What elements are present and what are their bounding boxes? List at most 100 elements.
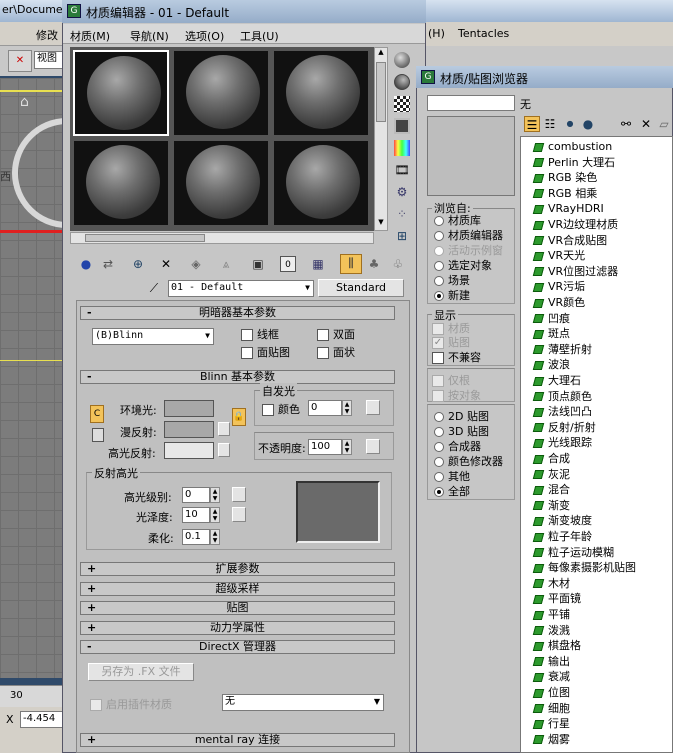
select-by-material-icon[interactable]: ⁘ <box>394 206 410 222</box>
map-list-item[interactable]: 法线凹凸 <box>532 404 592 419</box>
rollout-supersampling[interactable]: + 超级采样 <box>80 582 395 596</box>
enable-plugin-check[interactable] <box>90 699 102 711</box>
sample-options-icon[interactable]: ⚙ <box>394 184 410 200</box>
map-list-item[interactable]: 每像素摄影机贴图 <box>532 560 636 575</box>
map-list-item[interactable]: VR边纹理材质 <box>532 217 618 232</box>
radio[interactable] <box>434 472 444 482</box>
max-menu-tentacles[interactable]: Tentacles <box>458 27 509 40</box>
checkbox[interactable] <box>432 390 444 402</box>
rollout-shader-basic[interactable]: - 明暗器基本参数 <box>80 306 395 320</box>
face-map-check[interactable] <box>241 347 253 359</box>
root-only-checkbox[interactable]: 仅根 <box>432 372 470 388</box>
map-list-item[interactable]: 斑点 <box>532 326 570 341</box>
radio[interactable] <box>434 216 444 226</box>
delete-from-library-icon[interactable]: ✕ <box>638 116 654 132</box>
faceted-checkbox[interactable]: 面状 <box>317 344 355 360</box>
map-list-item[interactable]: Perlin 大理石 <box>532 155 615 170</box>
face-map-checkbox[interactable]: 面贴图 <box>241 344 290 360</box>
browse-from-new[interactable]: 新建 <box>434 287 470 303</box>
faceted-check[interactable] <box>317 347 329 359</box>
map-list-item[interactable]: 木材 <box>532 576 570 591</box>
checkbox-checked[interactable]: ✓ <box>432 337 444 349</box>
browse-from-selected[interactable]: 选定对象 <box>434 257 492 273</box>
scroll-up-icon[interactable]: ▲ <box>375 48 387 60</box>
specular-level-map-button[interactable] <box>232 487 246 502</box>
sample-slot-2[interactable] <box>173 50 269 136</box>
update-scene-materials-icon[interactable]: ⚯ <box>618 116 634 132</box>
checkbox[interactable] <box>432 352 444 364</box>
rollout-blinn-basic[interactable]: - Blinn 基本参数 <box>80 370 395 384</box>
radio[interactable] <box>434 442 444 452</box>
self-illum-map-button[interactable] <box>366 400 380 415</box>
browse-from-scene[interactable]: 场景 <box>434 272 470 288</box>
map-list-item[interactable]: 波浪 <box>532 357 570 372</box>
map-list-item[interactable]: 反射/折射 <box>532 420 596 435</box>
radio[interactable] <box>434 261 444 271</box>
self-illum-color-checkbox[interactable]: 颜色 <box>262 401 300 417</box>
go-forward-sibling-icon[interactable]: ♧ <box>390 256 406 272</box>
map-list-item[interactable]: VR天光 <box>532 248 585 263</box>
show-map-in-viewport-icon[interactable]: ▦ <box>310 256 326 272</box>
map-list-item[interactable]: 粒子运动模糊 <box>532 545 614 560</box>
max-menu-h[interactable]: (H) <box>428 27 445 40</box>
self-illum-spinner[interactable]: 0 <box>308 400 342 416</box>
sample-slot-4[interactable] <box>73 140 169 226</box>
scroll-thumb[interactable] <box>376 62 386 122</box>
x-coord-field[interactable]: -4.454 <box>20 711 64 728</box>
put-to-library-icon[interactable]: ▣ <box>250 256 266 272</box>
ambient-color-swatch[interactable] <box>164 400 214 417</box>
go-to-parent-icon[interactable]: ♣ <box>366 256 382 272</box>
assign-to-selection-icon[interactable]: ⊕ <box>130 256 146 272</box>
browser-titlebar[interactable]: G 材质/贴图浏览器 <box>416 66 673 88</box>
radio[interactable] <box>434 457 444 467</box>
opacity-spinner-arrows[interactable]: ▲ ▼ <box>342 439 352 455</box>
show-incompatible-checkbox[interactable]: 不兼容 <box>432 349 481 365</box>
rollout-extended[interactable]: + 扩展参数 <box>80 562 395 576</box>
pick-material-eyedropper-icon[interactable]: ⟋ <box>146 280 162 296</box>
map-list-item[interactable]: VR颜色 <box>532 295 585 310</box>
browse-from-mtl-editor[interactable]: 材质编辑器 <box>434 227 503 243</box>
reset-map-icon[interactable]: ✕ <box>158 256 174 272</box>
material-name-dropdown[interactable]: 01 - Default ▼ <box>168 280 314 297</box>
background-checker-icon[interactable] <box>394 96 410 112</box>
map-list-item[interactable]: 粒子年龄 <box>532 529 592 544</box>
material-type-button[interactable]: Standard <box>318 279 404 297</box>
map-list-item[interactable]: 薄壁折射 <box>532 342 592 357</box>
two-sided-checkbox[interactable]: 双面 <box>317 326 355 342</box>
diffuse-map-button[interactable] <box>218 422 230 436</box>
opacity-spinner[interactable]: 100 <box>308 439 342 455</box>
filter-other[interactable]: 其他 <box>434 468 470 484</box>
clear-library-icon[interactable]: ▱ <box>656 116 672 132</box>
make-preview-icon[interactable]: 🎞 <box>394 162 410 178</box>
map-list-item[interactable]: 行星 <box>532 716 570 731</box>
radio-selected[interactable] <box>434 487 444 497</box>
menu-utilities[interactable]: 工具(U) <box>240 28 279 44</box>
map-list-item[interactable]: combustion <box>532 139 612 154</box>
map-list-item[interactable]: VR合成贴图 <box>532 233 607 248</box>
video-color-check-icon[interactable] <box>394 140 410 156</box>
sample-slot-5[interactable] <box>173 140 269 226</box>
two-sided-check[interactable] <box>317 329 329 341</box>
max-left-icon[interactable]: ✕ <box>8 50 32 72</box>
specular-level-spinner[interactable]: 0 <box>182 487 210 503</box>
map-list-item[interactable]: 光线跟踪 <box>532 435 592 450</box>
backlight-icon[interactable] <box>394 74 410 90</box>
sample-slot-6[interactable] <box>273 140 369 226</box>
timeline[interactable]: 30 <box>0 685 68 707</box>
enable-plugin-checkbox[interactable]: 启用插件材质 <box>90 696 172 712</box>
map-list-item[interactable]: 渐变 <box>532 498 570 513</box>
sample-slot-1[interactable] <box>73 50 169 136</box>
view-list-icons-icon[interactable]: ☷ <box>542 116 558 132</box>
browser-name-field[interactable] <box>427 95 515 111</box>
menu-navigation[interactable]: 导航(N) <box>130 28 169 44</box>
view-list-icon[interactable]: ☰ <box>524 116 540 132</box>
material-effects-channel-icon[interactable]: 0 <box>280 256 296 272</box>
self-illum-color-check[interactable] <box>262 404 274 416</box>
map-list-item[interactable]: 输出 <box>532 654 570 669</box>
sample-slot-3[interactable] <box>273 50 369 136</box>
map-list-item[interactable]: VRayHDRI <box>532 201 604 216</box>
filter-color-mods[interactable]: 颜色修改器 <box>434 453 503 469</box>
show-end-result-icon[interactable]: ⫼ <box>340 254 362 274</box>
view-small-icons-icon[interactable]: ● <box>562 116 578 132</box>
shader-type-dropdown[interactable]: (B)Blinn ▼ <box>92 328 214 345</box>
